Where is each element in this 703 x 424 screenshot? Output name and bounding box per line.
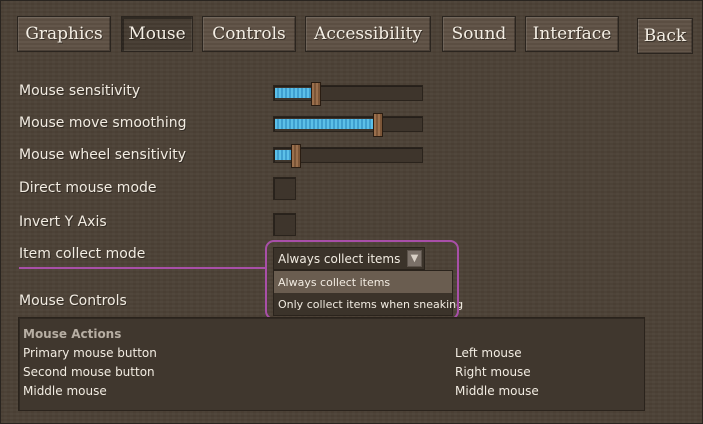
- mouse-move-smoothing-slider[interactable]: [273, 113, 423, 137]
- slider-thumb[interactable]: [291, 144, 301, 168]
- item-collect-mode-label: Item collect mode: [19, 246, 146, 262]
- settings-window: Graphics Mouse Controls Accessibility So…: [0, 0, 703, 424]
- action-binding[interactable]: Middle mouse: [455, 384, 539, 398]
- invert-y-axis-label: Invert Y Axis: [19, 214, 107, 230]
- highlight-underline: [19, 267, 267, 269]
- tab-sound[interactable]: Sound: [442, 16, 516, 52]
- action-label: Primary mouse button: [23, 346, 157, 360]
- mouse-move-smoothing-label: Mouse move smoothing: [19, 115, 187, 131]
- slider-thumb[interactable]: [311, 82, 321, 106]
- action-label: Second mouse button: [23, 365, 155, 379]
- direct-mouse-mode-label: Direct mouse mode: [19, 180, 157, 196]
- mouse-wheel-sensitivity-slider[interactable]: [273, 144, 423, 168]
- tab-interface[interactable]: Interface: [525, 16, 619, 52]
- mouse-actions-panel: Mouse Actions Primary mouse button Left …: [18, 317, 645, 411]
- slider-fill: [275, 150, 292, 160]
- slider-thumb[interactable]: [373, 113, 383, 137]
- mouse-sensitivity-label: Mouse sensitivity: [19, 83, 141, 99]
- tab-mouse[interactable]: Mouse: [121, 16, 193, 52]
- tab-controls[interactable]: Controls: [202, 16, 296, 52]
- slider-fill: [275, 119, 374, 129]
- action-binding[interactable]: Left mouse: [455, 346, 522, 360]
- direct-mouse-mode-checkbox[interactable]: [273, 177, 296, 200]
- mouse-sensitivity-slider[interactable]: [273, 82, 423, 106]
- slider-fill: [275, 88, 312, 98]
- mouse-controls-label: Mouse Controls: [19, 293, 127, 309]
- tab-graphics[interactable]: Graphics: [17, 16, 111, 52]
- tab-accessibility[interactable]: Accessibility: [305, 16, 431, 52]
- mouse-wheel-sensitivity-label: Mouse wheel sensitivity: [19, 147, 187, 163]
- back-button[interactable]: Back: [637, 18, 693, 54]
- invert-y-axis-checkbox[interactable]: [273, 213, 296, 236]
- action-binding[interactable]: Right mouse: [455, 365, 531, 379]
- action-label: Middle mouse: [23, 384, 107, 398]
- highlight-outline: [265, 240, 459, 320]
- mouse-actions-header: Mouse Actions: [23, 327, 122, 341]
